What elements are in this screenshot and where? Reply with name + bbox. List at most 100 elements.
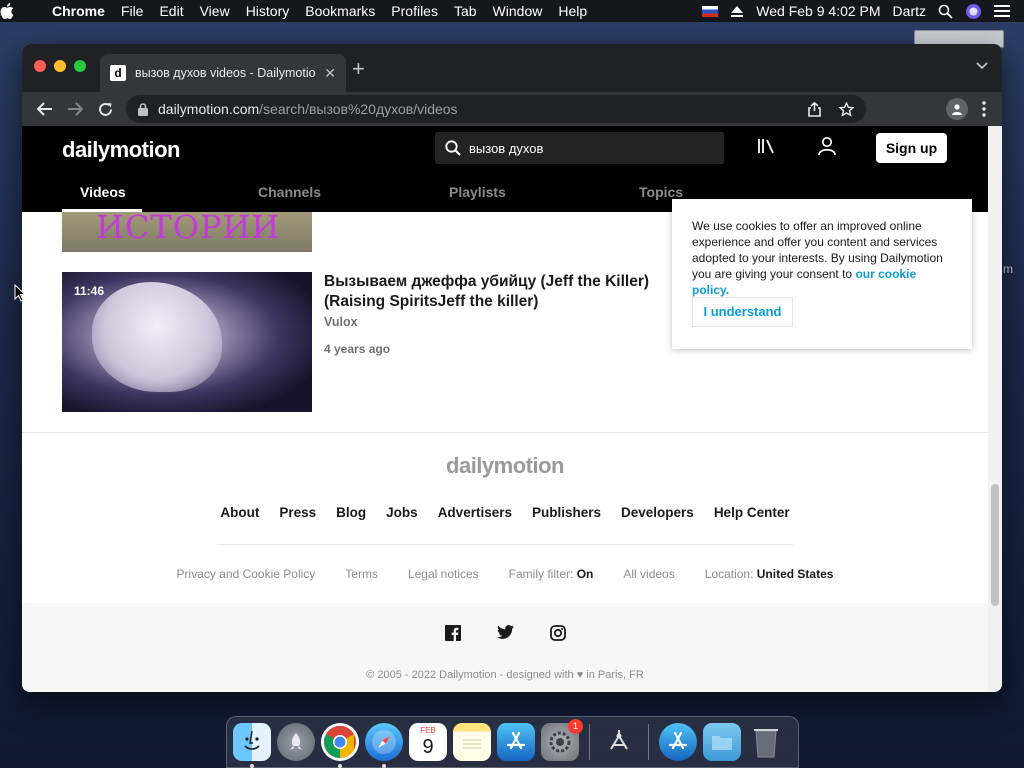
footer-nav: About Press Blog Jobs Advertisers Publis… [22,505,988,520]
all-videos-link[interactable]: All videos [623,567,674,581]
menu-edit[interactable]: Edit [151,3,191,19]
menu-file[interactable]: File [113,3,152,19]
window-controls [34,60,86,72]
mouse-pointer-icon [14,284,26,302]
cookie-consent-banner: We use cookies to offer an improved onli… [672,199,972,349]
menubar-user[interactable]: Dartz [893,3,926,19]
siri-icon[interactable] [965,3,982,20]
page-scrollbar-thumb[interactable] [991,484,999,606]
system-preferences-icon[interactable]: 1 [541,719,583,761]
thumbnail-overlay-text: ИСТОРИИ [96,212,281,246]
menu-history[interactable]: History [238,3,298,19]
app-store-icon[interactable] [497,723,535,761]
spotlight-search-icon[interactable] [938,4,953,19]
address-bar[interactable]: dailymotion.com/search/вызов%20духов/vid… [126,95,866,123]
account-user-icon[interactable] [818,136,836,156]
footer-legal-links: Privacy and Cookie Policy Terms Legal no… [22,567,988,581]
location-selector[interactable]: Location: United States [705,567,834,581]
tab-topics[interactable]: Topics [639,184,683,200]
close-window-button[interactable] [34,60,46,72]
menubar-clock[interactable]: Wed Feb 9 4:02 PM [756,3,880,19]
url-host: dailymotion.com [158,101,260,117]
share-icon[interactable] [808,101,821,117]
copyright-text: © 2005 - 2022 Dailymotion - designed wit… [366,669,644,681]
notes-icon[interactable] [453,723,491,761]
finder-icon[interactable] [233,723,271,768]
launchpad-icon[interactable] [277,723,315,761]
footer-link-developers[interactable]: Developers [621,505,694,520]
instagram-icon[interactable] [549,625,566,641]
footer-logo[interactable]: dailymotion [22,453,988,479]
video-thumbnail[interactable]: 11:46 [62,272,312,412]
sign-up-button[interactable]: Sign up [876,133,947,163]
safari-icon[interactable] [365,723,403,768]
menu-window[interactable]: Window [485,3,551,19]
dock-separator-2 [648,724,649,760]
tab-channels[interactable]: Channels [258,184,321,200]
url-path: /search/вызов%20духов/videos [259,101,458,117]
minimize-window-button[interactable] [54,60,66,72]
chrome-menu-kebab-icon[interactable] [982,101,986,117]
location-value: United States [756,567,834,581]
trash-icon[interactable] [747,723,785,761]
control-center-icon[interactable] [994,4,1010,18]
new-tab-button[interactable]: + [352,58,365,80]
menu-bookmarks[interactable]: Bookmarks [297,3,383,19]
footer-link-blog[interactable]: Blog [336,505,366,520]
bookmark-star-icon[interactable] [839,101,854,117]
dailymotion-favicon-icon: d [110,65,126,81]
browser-tab-active[interactable]: d вызов духов videos - Dailymotion ✕ [100,54,346,92]
directory-utility-icon[interactable] [600,723,638,761]
chrome-running-indicator [338,764,342,768]
downloads-folder-icon[interactable] [703,723,741,761]
dailymotion-logo[interactable]: dailymotion [62,137,180,163]
menu-profiles[interactable]: Profiles [383,3,446,19]
tab-search-chevron-icon[interactable] [976,62,988,70]
footer-link-advertisers[interactable]: Advertisers [438,505,512,520]
privacy-policy-link[interactable]: Privacy and Cookie Policy [177,567,316,581]
menu-help[interactable]: Help [550,3,595,19]
eject-icon[interactable] [730,4,744,18]
forward-button[interactable] [60,94,90,124]
calendar-icon[interactable]: FEB 9 [409,723,447,761]
footer-link-press[interactable]: Press [279,505,316,520]
lock-icon[interactable] [138,102,148,116]
input-source-flag-icon[interactable] [702,5,719,17]
close-tab-icon[interactable]: ✕ [324,65,336,82]
site-search-input[interactable]: вызов духов [435,132,724,164]
zoom-window-button[interactable] [74,60,86,72]
browser-toolbar: dailymotion.com/search/вызов%20духов/vid… [22,92,1002,126]
tab-videos[interactable]: Videos [80,184,126,200]
page-viewport: dailymotion вызов духов Sign up Videos C… [22,126,988,692]
twitter-icon[interactable] [496,625,514,639]
library-icon[interactable] [758,138,776,154]
reload-button[interactable] [90,94,120,124]
applications-folder-icon[interactable] [659,723,697,761]
calendar-day: 9 [422,736,434,758]
back-button[interactable] [30,94,60,124]
page-scrollbar[interactable] [988,126,1002,692]
profile-avatar-icon[interactable] [946,98,968,120]
menu-chrome[interactable]: Chrome [44,3,113,19]
footer-bottom: © 2005 - 2022 Dailymotion - designed wit… [22,603,988,692]
i-understand-button[interactable]: I understand [692,297,793,327]
search-icon [445,140,461,156]
tab-playlists[interactable]: Playlists [449,184,506,200]
search-query-value: вызов духов [469,140,544,156]
terms-link[interactable]: Terms [345,567,378,581]
legal-notices-link[interactable]: Legal notices [408,567,479,581]
video-title-link[interactable]: Вызываем джеффа убийцу (Jeff the Killer)… [324,272,669,312]
chrome-icon[interactable] [321,723,359,768]
footer-link-about[interactable]: About [220,505,259,520]
facebook-icon[interactable] [444,625,461,641]
menu-tab[interactable]: Tab [446,3,485,19]
video-channel-link[interactable]: Vulox [324,315,358,329]
apple-menu-icon[interactable] [0,3,44,19]
footer-link-help-center[interactable]: Help Center [714,505,790,520]
footer-link-jobs[interactable]: Jobs [386,505,418,520]
previous-video-thumbnail[interactable]: ИСТОРИИ [62,212,312,252]
footer-link-publishers[interactable]: Publishers [532,505,601,520]
family-filter-toggle[interactable]: Family filter: On [509,567,594,581]
menu-view[interactable]: View [192,3,238,19]
macos-dock: FEB 9 1 [226,716,799,768]
